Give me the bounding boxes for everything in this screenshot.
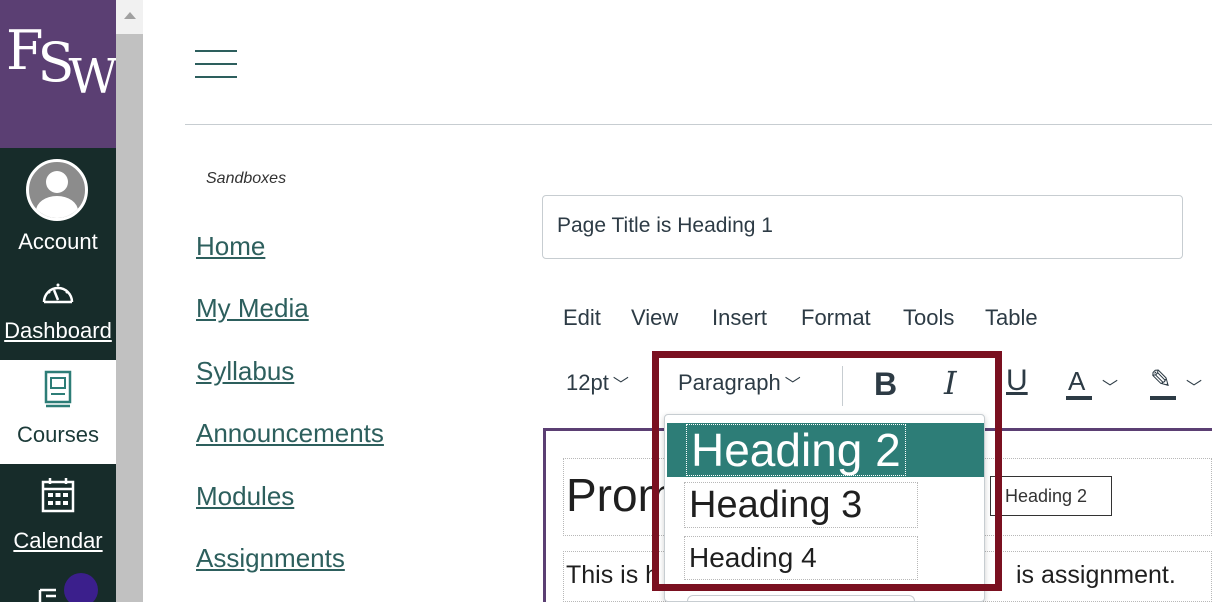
font-size-select[interactable]: 12pt ﹀ [566,370,629,396]
menu-table[interactable]: Table [985,305,1038,331]
chevron-down-icon[interactable]: ﹀ [1186,374,1202,398]
heading-tag-callout: Heading 2 [990,476,1112,516]
course-nav-my-media[interactable]: My Media [196,293,309,324]
nav-account-label: Account [18,229,98,254]
inbox-icon [38,588,56,602]
courses-book-icon [44,370,72,408]
text-color-button[interactable]: A [1066,366,1092,400]
nav-dashboard[interactable]: Dashboard [0,268,116,360]
avatar [26,159,88,221]
paragraph-text-right: is assignment. [1016,561,1176,589]
screen: FSW Account Dashboard Courses Calendar S… [0,0,1212,602]
nav-courses-label: Courses [17,422,99,447]
calendar-icon [41,478,75,513]
nav-dashboard-label: Dashboard [4,318,112,343]
hamburger-menu-icon[interactable] [195,50,237,78]
course-nav-home[interactable]: Home [196,231,265,262]
nav-calendar-label: Calendar [13,528,103,553]
highlight-color-button[interactable]: ✎ [1150,364,1176,400]
highlighter-icon: ✎ [1150,364,1172,394]
nav-courses[interactable]: Courses [0,360,116,464]
annotation-highlight-frame [652,351,1002,591]
dropdown-option-partial[interactable] [687,595,915,602]
header-divider [185,124,1212,125]
course-nav-syllabus[interactable]: Syllabus [196,356,294,387]
logo-text: FSW [6,19,118,105]
course-nav-modules[interactable]: Modules [196,481,294,512]
dashboard-gauge-icon [42,283,74,304]
global-nav: FSW Account Dashboard Courses Calendar [0,0,118,602]
scroll-up-button[interactable] [116,0,143,34]
paragraph-text-left: This is h [566,561,660,589]
chevron-down-icon: ﹀ [612,377,629,394]
course-nav-announcements[interactable]: Announcements [196,418,384,449]
course-nav-assignments[interactable]: Assignments [196,543,345,574]
nav-inbox[interactable] [0,560,116,602]
nav-account[interactable]: Account [0,148,116,260]
text-color-icon: A [1068,366,1086,396]
chevron-down-icon[interactable]: ﹀ [1102,374,1118,398]
menu-insert[interactable]: Insert [712,305,767,331]
course-name: Sandboxes [206,170,287,187]
menu-format[interactable]: Format [801,305,871,331]
scrollbar[interactable] [116,0,143,602]
unread-badge [64,573,98,602]
menu-view[interactable]: View [631,305,678,331]
menu-edit[interactable]: Edit [563,305,601,331]
institution-logo[interactable]: FSW [0,0,118,148]
underline-button[interactable]: U [1006,364,1028,398]
menu-tools[interactable]: Tools [903,305,954,331]
font-size-value: 12pt [566,370,609,395]
nav-calendar[interactable]: Calendar [0,464,116,560]
page-title-input[interactable]: Page Title is Heading 1 [542,195,1183,259]
